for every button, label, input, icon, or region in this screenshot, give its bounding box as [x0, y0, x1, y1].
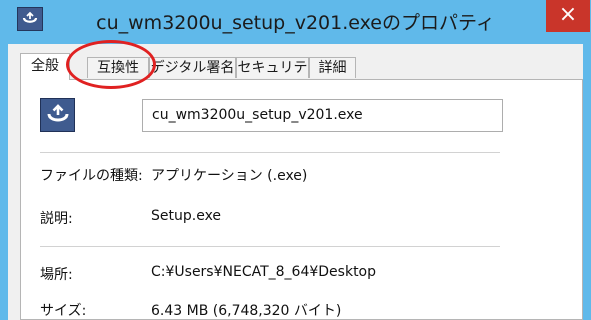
file-icon [40, 98, 75, 132]
size-label: サイズ: [40, 303, 87, 319]
file-name-field[interactable]: cu_wm3200u_setup_v201.exe [142, 99, 503, 132]
tab-digital-signature[interactable]: デジタル署名 [149, 57, 236, 78]
highlight-circle [66, 40, 156, 89]
description-value: Setup.exe [151, 208, 222, 224]
properties-window: cu_wm3200u_setup_v201.exeのプロパティ × 全般 互換性… [0, 0, 591, 320]
location-value: C:¥Users¥NECAT_8_64¥Desktop [151, 264, 377, 280]
file-type-label: ファイルの種類: [40, 168, 143, 184]
tab-general[interactable]: 全般 [20, 53, 70, 80]
size-value: 6.43 MB (6,748,320 バイト) [151, 303, 342, 319]
file-type-value: アプリケーション (.exe) [151, 168, 308, 184]
close-button[interactable]: × [546, 0, 590, 32]
separator [40, 152, 500, 153]
separator [40, 246, 500, 247]
title-bar[interactable]: cu_wm3200u_setup_v201.exeのプロパティ × [0, 0, 591, 44]
location-label: 場所: [40, 267, 73, 283]
description-label: 説明: [40, 211, 73, 227]
tab-details[interactable]: 詳細 [309, 57, 356, 78]
tab-security[interactable]: セキュリティ [236, 57, 309, 97]
window-title: cu_wm3200u_setup_v201.exeのプロパティ [96, 12, 495, 34]
